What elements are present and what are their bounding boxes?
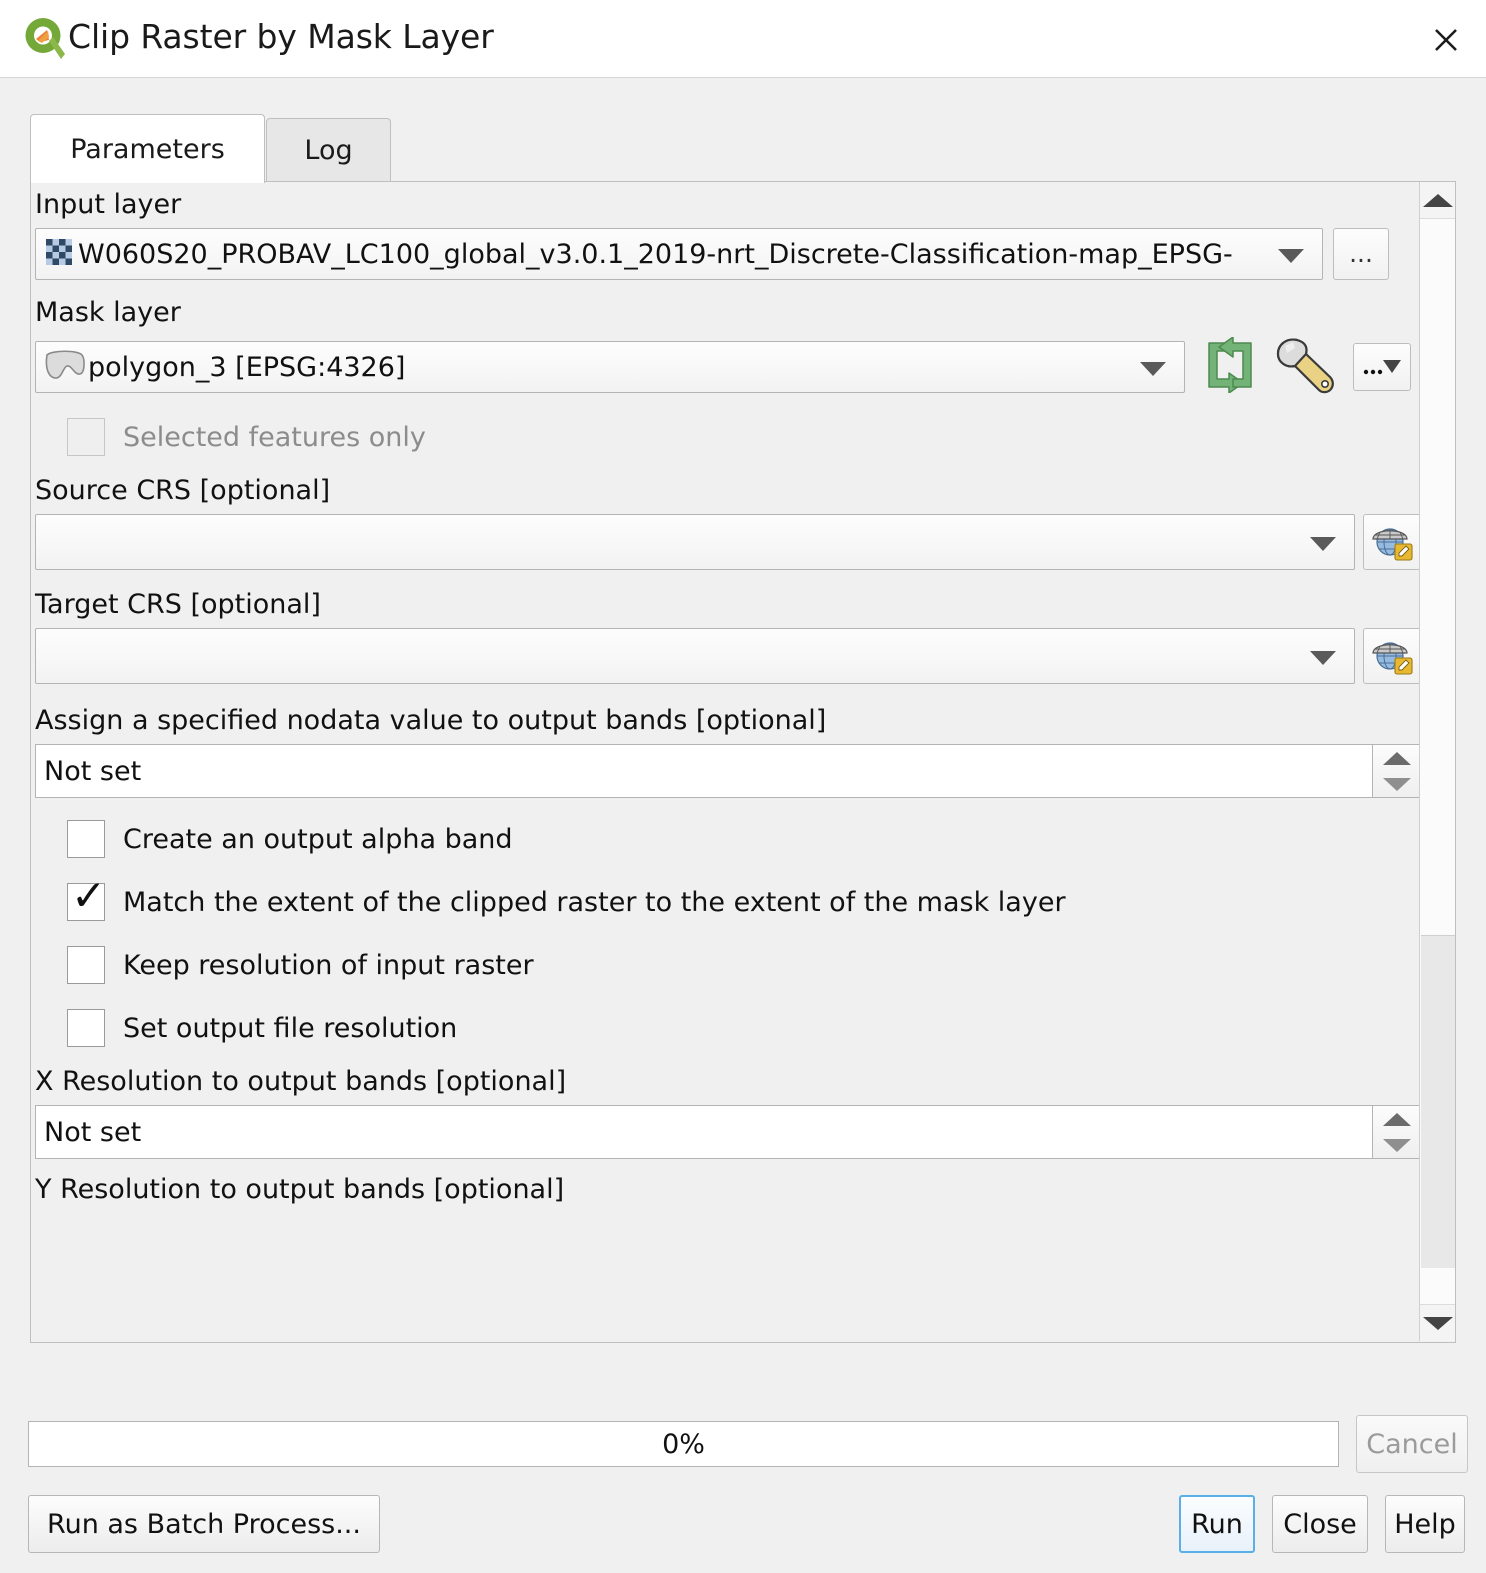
close-button-label: Close — [1283, 1509, 1357, 1540]
close-icon[interactable] — [1424, 18, 1468, 62]
input-layer-value: W060S20_PROBAV_LC100_global_v3.0.1_2019-… — [78, 239, 1258, 270]
iterate-refresh-icon[interactable] — [1199, 337, 1261, 397]
source-crs-row: Source CRS [optional] — [31, 474, 1421, 570]
selected-features-only-label: Selected features only — [123, 422, 426, 453]
mask-layer-row: Mask layer polygon_3 [EPSG:4326] — [31, 296, 1421, 398]
input-layer-browse-button[interactable]: ... — [1333, 228, 1389, 280]
x-resolution-input[interactable]: Not set — [35, 1105, 1373, 1159]
x-resolution-value: Not set — [44, 1117, 141, 1148]
run-button[interactable]: Run — [1179, 1495, 1255, 1553]
y-resolution-label: Y Resolution to output bands [optional] — [31, 1173, 1421, 1207]
input-layer-combo[interactable]: W060S20_PROBAV_LC100_global_v3.0.1_2019-… — [35, 228, 1323, 280]
chevron-down-icon — [1278, 249, 1304, 263]
x-resolution-row: X Resolution to output bands [optional] … — [31, 1065, 1421, 1159]
input-layer-label: Input layer — [31, 188, 1421, 222]
chevron-down-icon — [1310, 537, 1336, 551]
stepper-up-icon[interactable] — [1383, 1113, 1411, 1126]
selected-features-only-checkbox — [67, 418, 105, 456]
qgis-logo-icon — [20, 15, 67, 62]
raster-layer-icon — [46, 239, 72, 269]
target-crs-label: Target CRS [optional] — [31, 588, 1421, 622]
help-button[interactable]: Help — [1385, 1495, 1465, 1553]
scroll-down-triangle — [1423, 1317, 1453, 1330]
tab-log-label: Log — [304, 135, 352, 166]
wrench-icon[interactable] — [1273, 336, 1339, 398]
chevron-down-icon — [1310, 651, 1336, 665]
scroll-down-icon[interactable] — [1420, 1304, 1455, 1341]
tab-parameters[interactable]: Parameters — [30, 114, 265, 183]
match-extent-checkbox[interactable]: ✓ — [67, 883, 105, 921]
tab-parameters-label: Parameters — [70, 134, 225, 165]
x-resolution-stepper[interactable] — [1373, 1105, 1421, 1159]
run-as-batch-label: Run as Batch Process... — [47, 1509, 361, 1540]
source-crs-label: Source CRS [optional] — [31, 474, 1421, 508]
cancel-button-label: Cancel — [1366, 1429, 1457, 1460]
crs-globe-icon — [1369, 518, 1415, 566]
cancel-button: Cancel — [1356, 1415, 1468, 1473]
mask-layer-combo[interactable]: polygon_3 [EPSG:4326] — [35, 341, 1185, 393]
mask-layer-dropdown-button[interactable] — [1353, 343, 1411, 391]
scroll-up-icon[interactable] — [1420, 182, 1455, 219]
window-title: Clip Raster by Mask Layer — [68, 17, 494, 56]
x-resolution-label: X Resolution to output bands [optional] — [31, 1065, 1421, 1099]
mask-layer-value: polygon_3 [EPSG:4326] — [88, 352, 405, 383]
stepper-up-icon[interactable] — [1383, 752, 1411, 765]
set-output-resolution-checkbox[interactable] — [67, 1009, 105, 1047]
set-output-resolution-label: Set output file resolution — [123, 1013, 457, 1044]
target-crs-row: Target CRS [optional] — [31, 588, 1421, 684]
match-extent-row: ✓ Match the extent of the clipped raster… — [31, 883, 1421, 921]
tab-log[interactable]: Log — [266, 118, 391, 181]
match-extent-label: Match the extent of the clipped raster t… — [123, 887, 1066, 918]
run-as-batch-button[interactable]: Run as Batch Process... — [28, 1495, 380, 1553]
create-alpha-band-row: Create an output alpha band — [31, 820, 1421, 858]
scroll-up-triangle — [1423, 194, 1453, 207]
keep-resolution-checkbox[interactable] — [67, 946, 105, 984]
crs-globe-icon — [1369, 632, 1415, 680]
stepper-down-icon[interactable] — [1383, 778, 1411, 791]
chevron-down-icon — [1140, 362, 1166, 376]
polygon-layer-icon — [44, 349, 86, 385]
parameters-panel: Input layer — [30, 182, 1456, 1343]
check-icon: ✓ — [71, 875, 106, 917]
nodata-input[interactable]: Not set — [35, 744, 1373, 798]
mask-layer-label: Mask layer — [31, 296, 1421, 330]
nodata-label: Assign a specified nodata value to outpu… — [31, 704, 1421, 738]
keep-resolution-label: Keep resolution of input raster — [123, 950, 534, 981]
help-button-label: Help — [1394, 1509, 1456, 1540]
create-alpha-band-label: Create an output alpha band — [123, 824, 513, 855]
target-crs-select-button[interactable] — [1363, 628, 1421, 684]
parameters-form: Input layer — [31, 182, 1421, 1207]
y-resolution-row: Y Resolution to output bands [optional] — [31, 1173, 1421, 1207]
stepper-down-icon[interactable] — [1383, 1139, 1411, 1152]
title-bar: Clip Raster by Mask Layer — [0, 0, 1486, 78]
source-crs-select-button[interactable] — [1363, 514, 1421, 570]
tab-bar: Parameters Log — [30, 114, 1456, 182]
nodata-row: Assign a specified nodata value to outpu… — [31, 704, 1421, 798]
vertical-scrollbar[interactable] — [1419, 182, 1455, 1341]
progress-bar: 0% — [28, 1421, 1339, 1467]
input-layer-browse-label: ... — [1349, 249, 1373, 259]
create-alpha-band-checkbox[interactable] — [67, 820, 105, 858]
input-layer-row: Input layer — [31, 188, 1421, 280]
source-crs-combo[interactable] — [35, 514, 1355, 570]
run-button-label: Run — [1191, 1509, 1243, 1540]
scrollbar-thumb[interactable] — [1421, 935, 1455, 1268]
keep-resolution-row: Keep resolution of input raster — [31, 946, 1421, 984]
selected-features-only-row: Selected features only — [31, 418, 1421, 456]
close-button[interactable]: Close — [1272, 1495, 1368, 1553]
set-output-resolution-row: Set output file resolution — [31, 1009, 1421, 1047]
progress-label: 0% — [662, 1429, 705, 1460]
nodata-stepper[interactable] — [1373, 744, 1421, 798]
target-crs-combo[interactable] — [35, 628, 1355, 684]
nodata-value: Not set — [44, 756, 141, 787]
